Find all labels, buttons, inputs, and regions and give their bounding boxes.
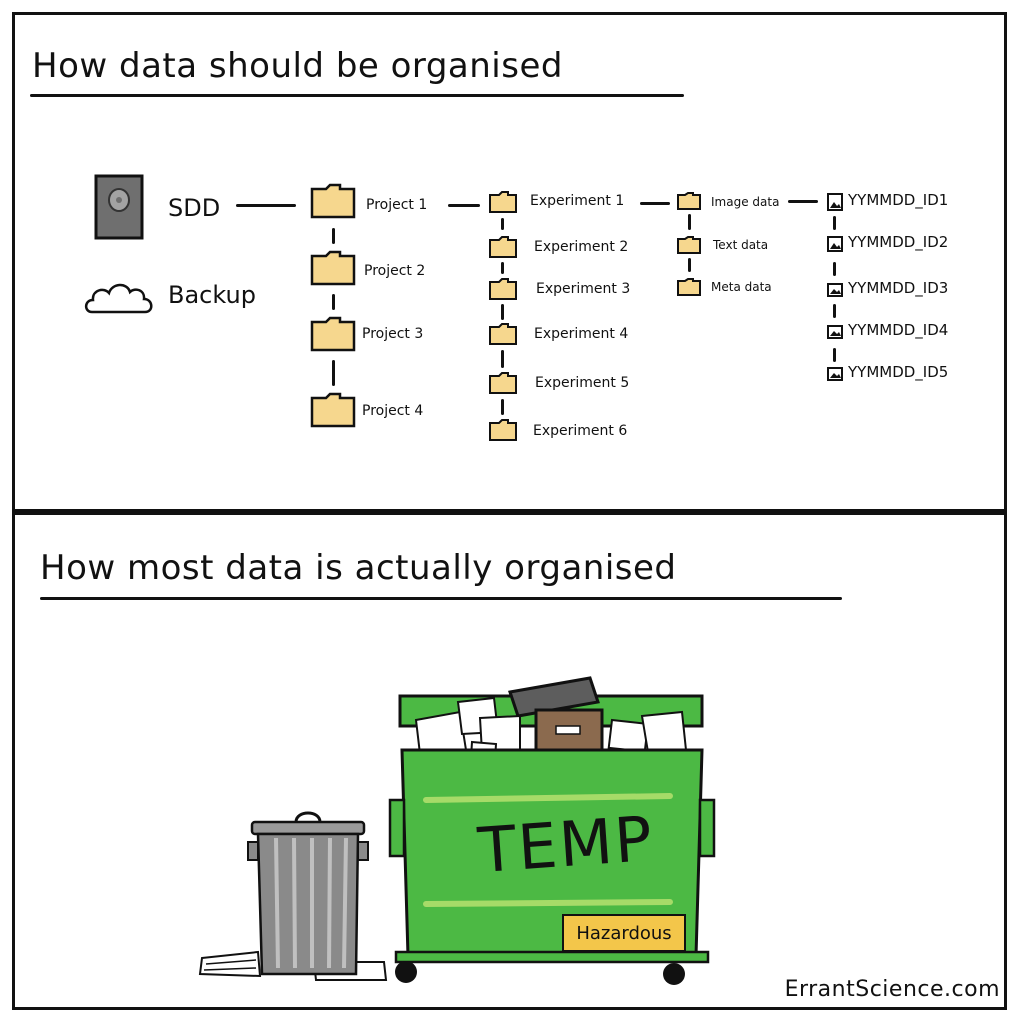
hard-drive-icon — [94, 174, 144, 240]
folder-icon — [489, 419, 517, 441]
top-title-underline — [30, 94, 684, 97]
bottom-title-underline — [40, 597, 842, 600]
project-label: Project 4 — [362, 403, 424, 419]
project-experiment-connector — [448, 204, 480, 207]
folder-icon — [310, 392, 356, 428]
file-connector — [833, 304, 836, 318]
folder-icon — [489, 323, 517, 345]
experiment-connector — [501, 218, 504, 230]
project-connector — [332, 228, 335, 244]
file-connector — [833, 348, 836, 362]
image-file-icon — [827, 193, 843, 211]
experiment-label: Experiment 5 — [535, 375, 630, 391]
project-label: Project 1 — [366, 197, 428, 213]
project-label: Project 3 — [362, 326, 424, 342]
folder-icon — [677, 192, 701, 210]
top-title: How data should be organised — [32, 46, 563, 86]
file-label: YYMMDD_ID5 — [848, 363, 949, 381]
drive-connector — [236, 204, 296, 207]
folder-icon — [310, 250, 356, 286]
experiment-label: Experiment 2 — [534, 239, 629, 255]
image-file-icon — [827, 325, 843, 339]
experiment-connector — [501, 262, 504, 274]
site-credit: ErrantScience.com — [784, 977, 1000, 1002]
file-label: YYMMDD_ID3 — [848, 279, 949, 297]
experiment-label: Experiment 3 — [536, 281, 631, 297]
file-label: YYMMDD_ID2 — [848, 233, 949, 251]
folder-icon — [489, 278, 517, 300]
project-label: Project 2 — [364, 263, 426, 279]
image-file-icon — [827, 367, 843, 381]
project-connector — [332, 360, 335, 386]
experiment-data-connector — [640, 202, 670, 205]
cloud-icon — [84, 283, 153, 314]
data-folder-label: Text data — [713, 238, 769, 252]
experiment-connector — [501, 304, 504, 320]
folder-icon — [677, 278, 701, 296]
folder-icon — [310, 316, 356, 352]
hazard-sign: Hazardous — [562, 914, 686, 952]
folder-icon — [489, 236, 517, 258]
folder-icon — [489, 372, 517, 394]
folder-icon — [310, 183, 356, 219]
file-connector — [833, 216, 836, 230]
file-label: YYMMDD_ID1 — [848, 191, 949, 209]
experiment-connector — [501, 350, 504, 368]
image-file-icon — [827, 283, 843, 297]
file-connector — [833, 262, 836, 276]
folder-icon — [489, 191, 517, 213]
trash-can-icon — [198, 811, 388, 981]
bottom-title: How most data is actually organised — [40, 548, 677, 588]
dumpster-label: TEMP — [475, 801, 657, 888]
experiment-label: Experiment 4 — [534, 326, 629, 342]
file-label: YYMMDD_ID4 — [848, 321, 949, 339]
project-connector — [332, 294, 335, 310]
data-file-connector — [788, 200, 818, 203]
data-folder-label: Image data — [711, 195, 780, 209]
data-folder-label: Meta data — [711, 280, 772, 294]
drive-label: SDD — [168, 194, 221, 222]
experiment-label: Experiment 6 — [533, 423, 628, 439]
data-folder-connector — [688, 258, 691, 272]
experiment-label: Experiment 1 — [530, 193, 625, 209]
data-folder-connector — [688, 214, 691, 230]
image-file-icon — [827, 236, 843, 252]
folder-icon — [677, 236, 701, 254]
experiment-connector — [501, 399, 504, 415]
backup-label: Backup — [168, 281, 256, 309]
